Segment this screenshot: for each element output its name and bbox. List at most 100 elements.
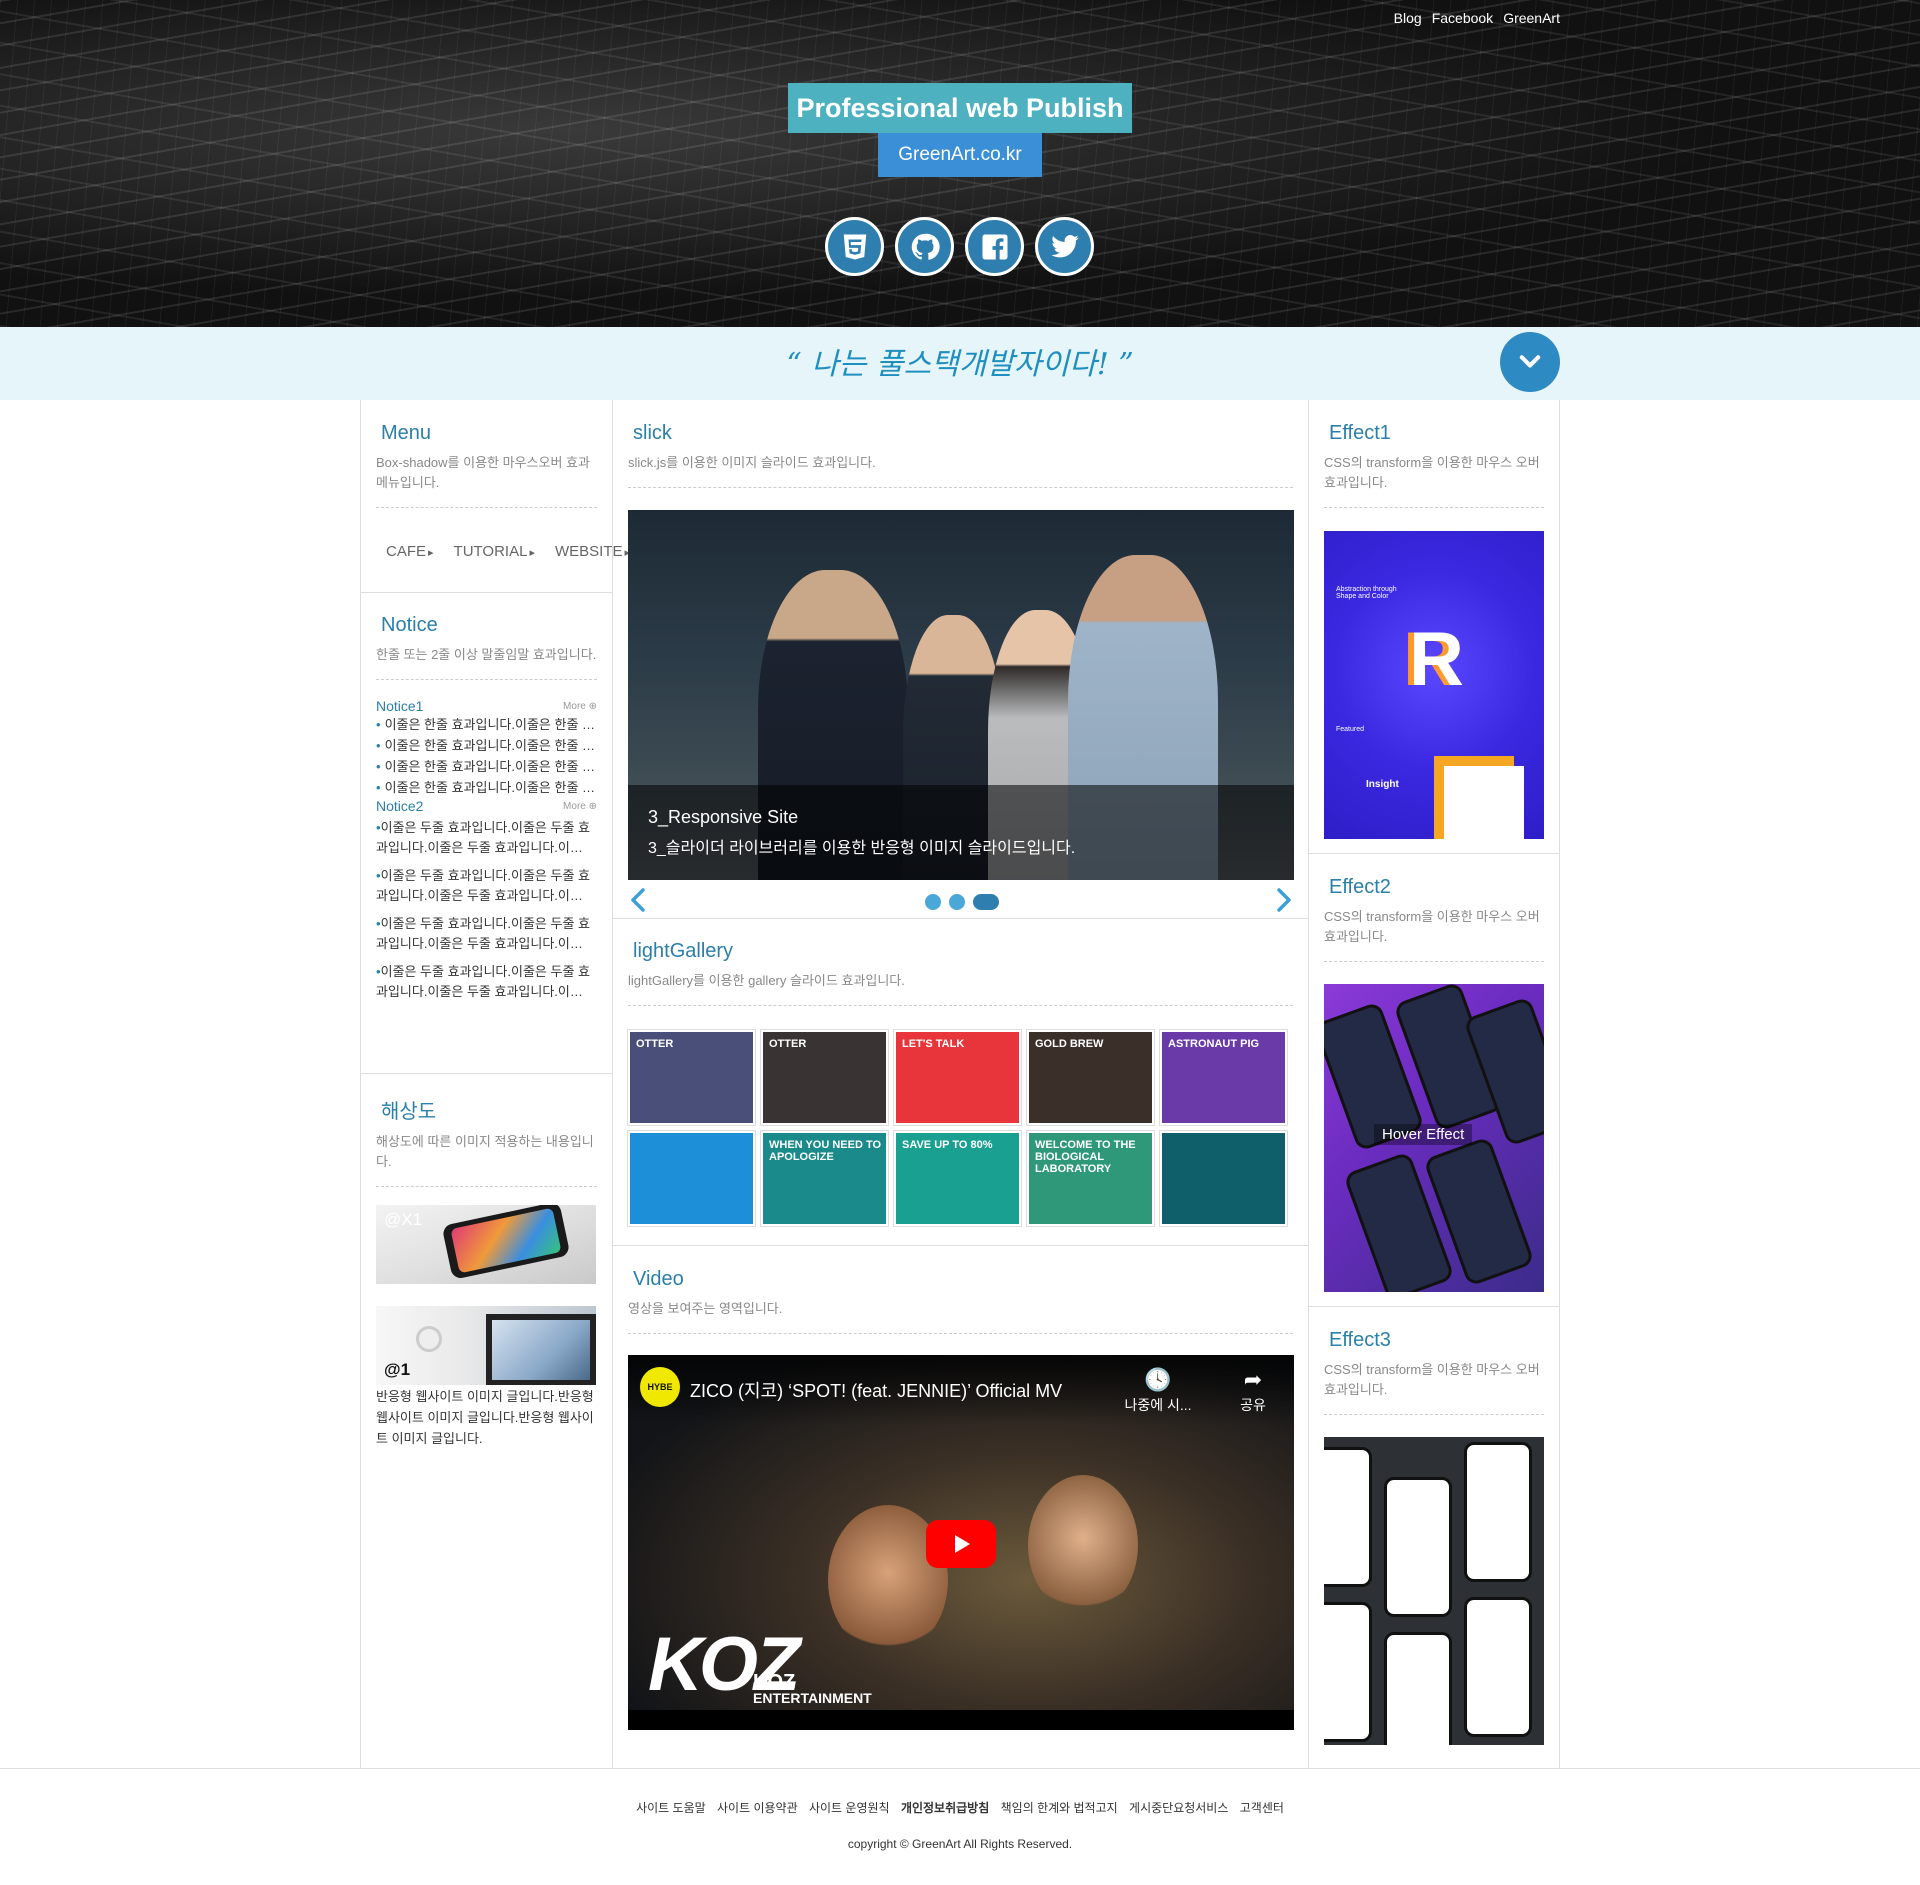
share-icon: ➦ [1243,1367,1263,1392]
middle-column: slick slick.js를 이용한 이미지 슬라이드 효과입니다. 3_Re… [612,400,1309,1768]
gallery-item[interactable]: OTTER [761,1030,888,1125]
video-player[interactable]: HYBE ZICO (지코) ‘SPOT! (feat. JENNIE)’ Of… [628,1355,1294,1730]
gallery-item[interactable]: SAVE UP TO 80% [894,1131,1021,1226]
twitter-icon[interactable] [1035,217,1094,276]
video-title-text[interactable]: ZICO (지코) ‘SPOT! (feat. JENNIE)’ Officia… [690,1377,1062,1403]
gallery-item[interactable] [628,1131,755,1226]
gallery-item[interactable]: ASTRONAUT PIG [1160,1030,1287,1125]
social-links [825,217,1094,276]
share-button[interactable]: ➦ 공유 [1228,1367,1278,1415]
footer-link[interactable]: 고객센터 [1240,1801,1284,1815]
channel-avatar[interactable]: HYBE [640,1367,680,1407]
phone-mockup [1464,1442,1532,1582]
phone-image [441,1205,571,1280]
site-title: Professional web Publish [788,83,1132,133]
footer-link[interactable]: 게시중단요청서비스 [1129,1801,1228,1815]
effect2-desc: CSS의 transform을 이용한 마우스 오버 효과입니다. [1324,907,1544,962]
slick-title: slick [633,422,672,444]
monitor-image [486,1314,596,1385]
list-item[interactable]: 이줄은 두줄 효과입니다.이줄은 두줄 효과입니다.이줄은 두줄 효과입니다.이… [376,962,597,1006]
menu-item-cafe[interactable]: CAFE [386,543,434,560]
footer-link[interactable]: 개인정보취급방침 [901,1801,989,1815]
list-item[interactable]: 이줄은 한줄 효과입니다.이줄은 한줄 효과입니다. [376,714,597,735]
footer-link[interactable]: 사이트 이용약관 [717,1801,798,1815]
watch-later-button[interactable]: 🕓 나중에 시... [1123,1367,1193,1415]
next-arrow-icon[interactable] [1274,887,1294,913]
notice-desc: 한줄 또는 2줄 이상 말줄임말 효과입니다. [376,645,597,680]
top-links: Blog Facebook GreenArt [1394,10,1560,26]
slider-dot-2[interactable] [949,894,965,910]
resolution-image-1: @1 [376,1306,596,1385]
list-item[interactable]: 이줄은 두줄 효과입니다.이줄은 두줄 효과입니다.이줄은 두줄 효과입니다.이… [376,914,597,958]
notice2-title[interactable]: Notice2 [376,798,423,814]
gallery-item-label: LET'S TALK [902,1038,965,1050]
effect3-image[interactable] [1324,1437,1544,1745]
list-item[interactable]: 이줄은 한줄 효과입니다.이줄은 한줄 효과입니다. [376,777,597,798]
effect2-section: Effect2 CSS의 transform을 이용한 마우스 오버 효과입니다… [1309,876,1559,962]
gallery-item-label: ASTRONAUT PIG [1168,1038,1260,1050]
gallery-item[interactable]: WHEN YOU NEED TO APOLOGIZE [761,1131,888,1226]
notice2-more-button[interactable]: More ⊕ [563,801,597,812]
slider-nav [628,885,1294,915]
video-desc: 영상을 보여주는 영역입니다. [628,1299,1293,1334]
slider-dot-1[interactable] [925,894,941,910]
clock-icon: 🕓 [1144,1367,1172,1392]
effect1-title: Effect1 [1329,422,1391,444]
slick-section: slick slick.js를 이용한 이미지 슬라이드 효과입니다. [613,422,1308,488]
gallery-item[interactable]: WELCOME TO THE BIOLOGICAL LABORATORY [1027,1131,1154,1226]
right-column: Effect1 CSS의 transform을 이용한 마우스 오버 효과입니다… [1309,400,1560,1768]
divider [1309,1306,1559,1307]
copyright: copyright © GreenArt All Rights Reserved… [847,1837,1073,1851]
resolution-text: 반응형 웹사이트 이미지 글입니다.반응형 웹사이트 이미지 글입니다.반응형 … [376,1389,594,1446]
quote-bar: “ 나는 풀스택개발자이다! ” [0,327,1920,400]
gallery-section: lightGallery lightGallery를 이용한 gallery 슬… [613,940,1308,1006]
left-column: Menu Box-shadow를 이용한 마우스오버 효과 메뉴입니다. CAF… [360,400,623,1768]
list-item[interactable]: 이줄은 두줄 효과입니다.이줄은 두줄 효과입니다.이줄은 두줄 효과입니다.이… [376,818,597,862]
facebook-icon[interactable] [965,217,1024,276]
effect2-image[interactable]: Hover Effect [1324,984,1544,1292]
list-item[interactable]: 이줄은 한줄 효과입니다.이줄은 한줄 효과입니다. [376,735,597,756]
gallery-item[interactable] [1160,1131,1287,1226]
gallery-item-label: SAVE UP TO 80% [902,1139,993,1151]
html5-icon[interactable] [825,217,884,276]
play-button[interactable] [926,1520,996,1568]
gallery-item[interactable]: GOLD BREW [1027,1030,1154,1125]
scroll-down-button[interactable] [1500,332,1560,392]
gallery-item[interactable]: OTTER [628,1030,755,1125]
prev-arrow-icon[interactable] [628,887,648,913]
notice1-title[interactable]: Notice1 [376,698,423,714]
slide-caption: 3_Responsive Site 3_슬라이더 라이브러리를 이용한 반응형 … [628,785,1294,880]
facebook-link[interactable]: Facebook [1432,10,1493,26]
footer-link[interactable]: 사이트 운영원칙 [809,1801,890,1815]
video-bottom-bar [628,1710,1294,1730]
list-item[interactable]: 이줄은 한줄 효과입니다.이줄은 한줄 효과입니다. [376,756,597,777]
resolution-desc: 해상도에 따른 이미지 적용하는 내용입니다. [376,1132,597,1187]
image-label: @1 [384,1360,411,1379]
effect1-desc: CSS의 transform을 이용한 마우스 오버 효과입니다. [1324,453,1544,508]
footer-link[interactable]: 책임의 한계와 법적고지 [1001,1801,1118,1815]
gallery-item-label: OTTER [636,1038,674,1050]
list-item[interactable]: 이줄은 두줄 효과입니다.이줄은 두줄 효과입니다.이줄은 두줄 효과입니다.이… [376,866,597,910]
chevron-down-icon [1519,355,1541,368]
footer-link[interactable]: 사이트 도움말 [636,1801,706,1815]
effect1-image-text: Insight [1366,779,1399,790]
resolution-section: 해상도 해상도에 따른 이미지 적용하는 내용입니다. [361,1095,612,1187]
greenart-link[interactable]: GreenArt [1503,10,1560,26]
image-slider[interactable]: 3_Responsive Site 3_슬라이더 라이브러리를 이용한 반응형 … [628,510,1294,880]
gallery-item[interactable]: LET'S TALK [894,1030,1021,1125]
gallery-grid: OTTER OTTER LET'S TALK GOLD BREW ASTRONAUT P… [628,1030,1298,1226]
github-icon[interactable] [895,217,954,276]
notice1-more-button[interactable]: More ⊕ [563,701,597,712]
video-title: Video [633,1268,684,1290]
menu-title: Menu [381,422,432,444]
blog-link[interactable]: Blog [1394,10,1422,26]
effect1-image-text: Featured [1336,726,1365,733]
menu-item-tutorial[interactable]: TUTORIAL [454,543,535,560]
footer-links: 사이트 도움말 사이트 이용약관 사이트 운영원칙 개인정보취급방침 책임의 한… [0,1799,1920,1816]
brand-sub: KOZ ENTERTAINMENT [753,1671,872,1706]
slick-desc: slick.js를 이용한 이미지 슬라이드 효과입니다. [628,453,1293,488]
header: Blog Facebook GreenArt Professional web … [0,0,1920,327]
divider [361,1073,612,1074]
slider-dot-3[interactable] [973,894,999,910]
effect1-image[interactable]: Abstraction through Shape and Color R Fe… [1324,531,1544,839]
